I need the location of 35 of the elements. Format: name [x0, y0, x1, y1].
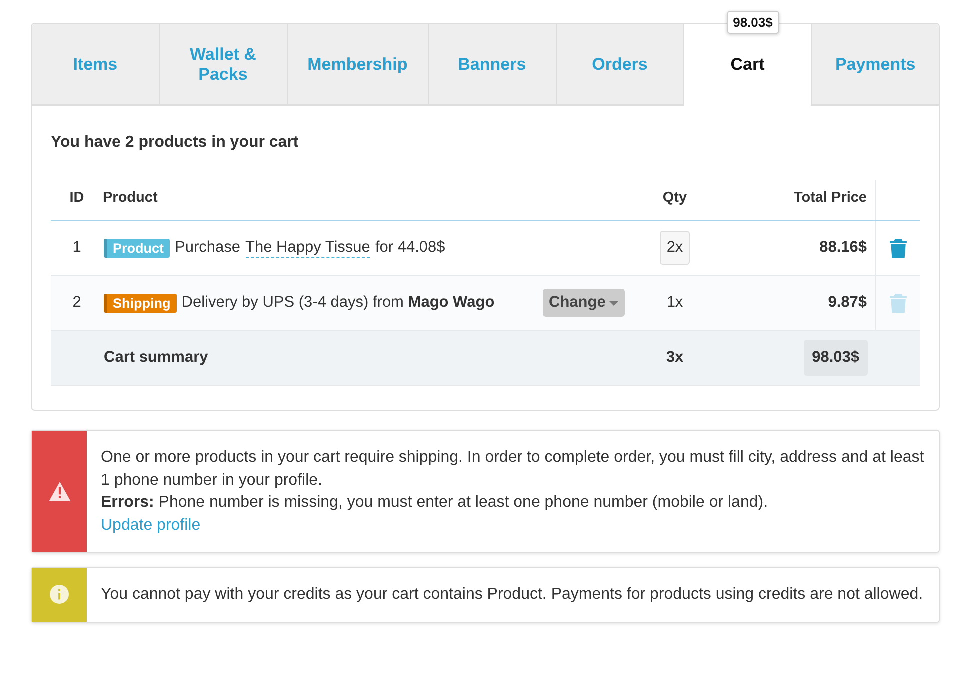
product-text: for 44.08$ — [375, 239, 446, 257]
update-profile-link[interactable]: Update profile — [101, 516, 201, 534]
tab[interactable]: Payments — [812, 24, 940, 106]
product-link[interactable]: The Happy Tissue — [246, 238, 370, 258]
shipping-text: Delivery by UPS (3-4 days) from Mago Wago — [182, 294, 495, 312]
summary-total: 98.03$ — [804, 340, 868, 376]
trash-icon[interactable] — [890, 238, 906, 258]
column-header: ID — [51, 180, 103, 220]
price-tooltip: 98.03$ — [727, 11, 779, 34]
tab[interactable]: Membership — [288, 24, 429, 106]
column-header: Product — [103, 180, 542, 220]
product-text: Purchase — [175, 239, 240, 257]
summary-label: Cart summary — [104, 349, 208, 366]
cart-heading: You have 2 products in your cart — [51, 134, 300, 152]
tab[interactable]: Wallet & Packs — [160, 24, 288, 106]
alert-message: You cannot pay with your credits as your cart contains Product. Payments for products using credits are not allowed. — [101, 585, 924, 605]
column-header: Qty — [644, 180, 706, 220]
tab[interactable]: Items — [32, 24, 160, 106]
quantity: 1x — [666, 294, 684, 311]
category-tag: Shipping — [104, 294, 177, 312]
change-button[interactable]: Change — [543, 289, 625, 317]
total-price: 9.87$ — [828, 294, 867, 311]
caret-icon — [608, 300, 619, 306]
category-tag: Product — [104, 238, 170, 258]
tab[interactable]: Banners — [428, 24, 557, 106]
quantity-field[interactable]: 2x — [660, 231, 690, 265]
warning-icon — [48, 482, 70, 501]
column-header: Total Price — [706, 180, 876, 220]
error-message: Errors: Phone number is missing, you must enter at least one phone number (mobile or land). — [101, 493, 770, 513]
total-price: 88.16$ — [820, 239, 867, 256]
row-id: 1 — [72, 239, 82, 256]
summary-quantity: 3x — [666, 349, 684, 366]
alert-message: One or more products in your cart require shipping. In order to complete order, you must fill city, address and at least 1 phone number in your profile. — [101, 448, 925, 490]
row-id: 2 — [72, 294, 82, 311]
info-icon — [50, 585, 69, 604]
